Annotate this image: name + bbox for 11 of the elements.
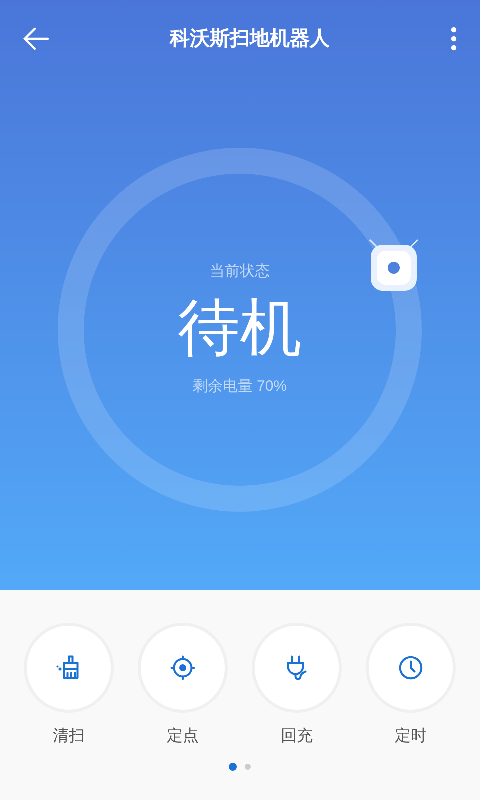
more-icon[interactable] <box>450 26 458 52</box>
status-label: 当前状态 <box>210 262 270 282</box>
action-label: 清扫 <box>53 726 85 747</box>
action-label: 回充 <box>281 726 313 747</box>
action-label: 定时 <box>395 726 427 747</box>
back-icon[interactable] <box>22 27 50 51</box>
target-icon <box>168 653 198 683</box>
battery-text: 剩余电量 70% <box>192 377 288 398</box>
status-value: 待机 <box>178 292 302 365</box>
action-label: 定点 <box>167 726 199 747</box>
page-title: 科沃斯扫地机器人 <box>170 27 330 52</box>
